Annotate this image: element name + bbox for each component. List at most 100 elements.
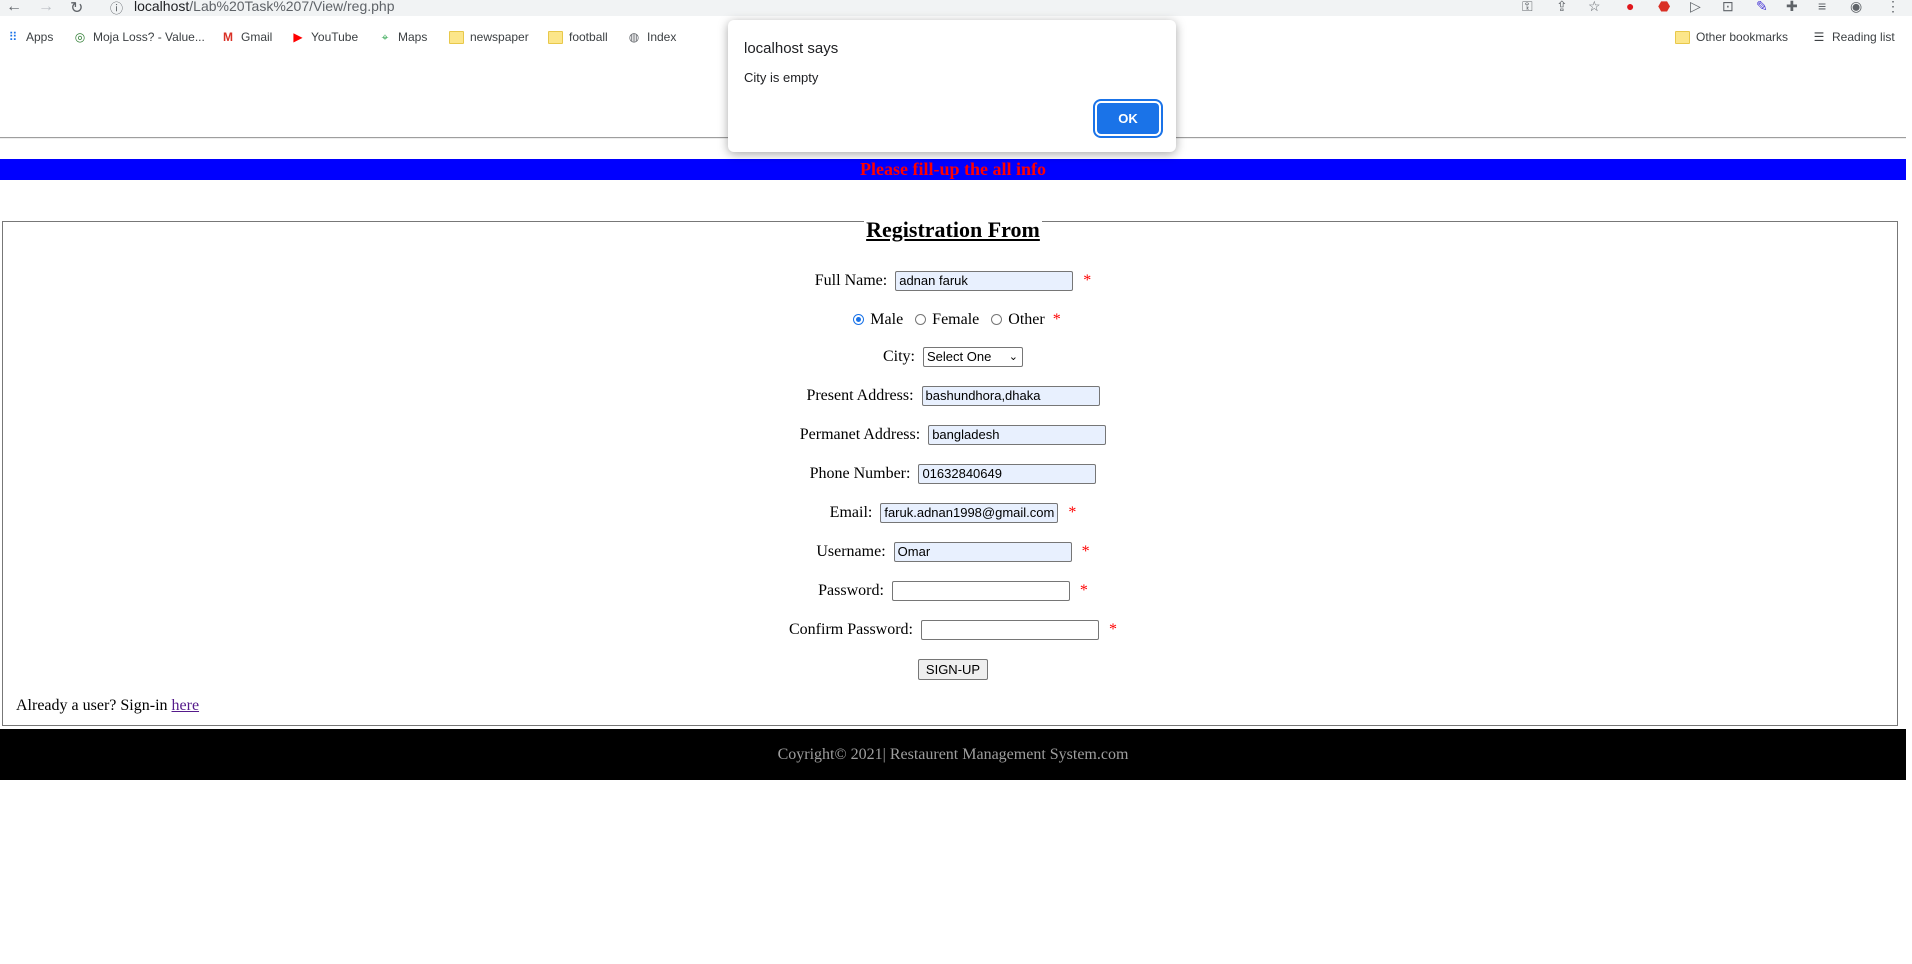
bookmark-football[interactable]: football (548, 30, 608, 44)
bookmark-label: Apps (26, 30, 54, 44)
required-mark: * (1081, 542, 1090, 560)
permanent-address-input[interactable]: bangladesh (928, 425, 1107, 445)
password-label: Password: (818, 581, 884, 599)
opera-icon[interactable]: ● (1626, 0, 1634, 14)
city-row: City: Select One ⌄ (0, 347, 1906, 367)
dialog-title: localhost says (744, 40, 839, 57)
picker-extension-icon[interactable]: ✎ (1756, 0, 1768, 15)
star-icon[interactable]: ☆ (1588, 0, 1601, 15)
signup-row: SIGN-UP (0, 659, 1906, 680)
bookmark-label: Moja Loss? - Value... (93, 30, 205, 44)
permanent-address-label: Permanet Address: (799, 425, 921, 443)
folder-icon (548, 30, 563, 44)
dialog-ok-button[interactable]: OK (1097, 103, 1159, 134)
chevron-down-icon: ⌄ (1008, 351, 1018, 363)
signin-prompt: Already a user? Sign-in here (16, 697, 199, 715)
key-icon[interactable]: ⚿ (1522, 0, 1533, 15)
present-address-row: Present Address: bashundhora,dhaka (0, 386, 1906, 406)
folder-icon (1675, 30, 1690, 44)
username-input[interactable]: Omar (893, 542, 1072, 562)
apps-grid-icon: ⠿ (8, 30, 18, 44)
signup-button[interactable]: SIGN-UP (917, 659, 989, 680)
bookmark-label: Maps (398, 30, 428, 44)
folder-icon (449, 30, 464, 44)
phone-input[interactable]: 01632840649 (918, 464, 1097, 484)
play-extension-icon[interactable]: ▷ (1690, 0, 1701, 15)
url-field[interactable]: localhost/Lab%20Task%207/View/reg.php (134, 0, 394, 14)
present-address-input[interactable]: bashundhora,dhaka (921, 386, 1100, 406)
share-icon[interactable]: ⇪ (1556, 0, 1568, 15)
required-mark: * (1079, 581, 1088, 599)
confirm-password-row: Confirm Password: * (0, 620, 1906, 640)
confirm-password-input[interactable] (921, 620, 1099, 640)
password-row: Password: * (0, 581, 1906, 601)
media-list-icon[interactable]: ≡ (1818, 0, 1826, 14)
present-address-label: Present Address: (806, 386, 914, 404)
menu-kebab-icon[interactable]: ⋮ (1886, 0, 1900, 15)
username-row: Username: Omar * (0, 542, 1906, 562)
email-input[interactable]: faruk.adnan1998@gmail.com (880, 503, 1059, 523)
bookmark-apps[interactable]: ⠿ Apps (6, 30, 54, 44)
form-title-text: Registration From (864, 217, 1042, 242)
reading-list[interactable]: ☰ Reading list (1812, 30, 1895, 44)
adblock-icon[interactable]: ⬣ (1658, 0, 1670, 15)
form-title: Registration From (0, 217, 1906, 243)
footer: Coyright© 2021| Restaurent Management Sy… (0, 729, 1906, 780)
address-bar: ← → ↻ ⓘ localhost/Lab%20Task%207/View/re… (0, 0, 1912, 18)
required-mark: * (1052, 311, 1061, 328)
forward-icon[interactable]: → (38, 0, 54, 16)
signin-text: Already a user? Sign-in (16, 697, 168, 714)
bookmark-label: football (569, 30, 608, 44)
bookmark-newspaper[interactable]: newspaper (449, 30, 529, 44)
maps-icon: ⌖ (381, 30, 389, 44)
gender-other-radio[interactable] (991, 313, 1003, 325)
gender-other-label: Other (1008, 311, 1045, 328)
phone-row: Phone Number: 01632840649 (0, 464, 1906, 484)
gender-male-radio[interactable] (853, 313, 865, 325)
bookmark-label: newspaper (470, 30, 529, 44)
bookmark-other[interactable]: Other bookmarks (1675, 30, 1788, 44)
required-mark: * (1109, 620, 1117, 638)
city-select[interactable]: Select One ⌄ (923, 347, 1023, 367)
permanent-address-row: Permanet Address: bangladesh (0, 425, 1906, 445)
bookmark-youtube[interactable]: ▶ YouTube (291, 30, 358, 44)
alert-dialog: localhost says City is empty OK (728, 20, 1176, 152)
password-input[interactable] (891, 581, 1070, 601)
reading-list-icon: ☰ (1813, 30, 1825, 44)
extensions-puzzle-icon[interactable]: ✚ (1786, 0, 1798, 15)
phone-label: Phone Number: (809, 464, 911, 482)
reading-list-label: Reading list (1832, 30, 1895, 44)
reload-icon[interactable]: ↻ (70, 0, 83, 18)
email-label: Email: (829, 503, 873, 521)
bookmark-label: Gmail (241, 30, 273, 44)
bookmark-index[interactable]: ◍ Index (627, 30, 677, 44)
site-icon: ◎ (74, 30, 86, 44)
bookmark-moja-loss[interactable]: ◎ Moja Loss? - Value... (73, 30, 205, 44)
full-name-input[interactable]: adnan faruk (895, 271, 1074, 291)
confirm-password-label: Confirm Password: (789, 620, 913, 638)
gender-male-label: Male (870, 311, 904, 328)
record-extension-icon[interactable]: ⊡ (1722, 0, 1734, 15)
error-banner: Please fill-up the all info (0, 159, 1906, 180)
gmail-icon: M (223, 30, 233, 44)
bookmark-maps[interactable]: ⌖ Maps (378, 30, 428, 44)
gender-row: Male Female Other * (0, 311, 1906, 329)
city-selected-value: Select One (927, 349, 992, 364)
url-path: /Lab%20Task%207/View/reg.php (189, 0, 395, 14)
site-info-icon[interactable]: ⓘ (110, 0, 123, 17)
profile-avatar[interactable]: ◉ (1850, 0, 1862, 15)
youtube-icon: ▶ (293, 30, 303, 44)
bookmark-label: Index (647, 30, 677, 44)
bookmark-label: Other bookmarks (1696, 30, 1789, 44)
required-mark: * (1083, 271, 1092, 289)
gender-female-label: Female (932, 311, 980, 328)
full-name-label: Full Name: (814, 271, 888, 289)
signin-link[interactable]: here (172, 697, 200, 714)
globe-icon: ◍ (628, 30, 640, 44)
bookmark-gmail[interactable]: M Gmail (221, 30, 272, 44)
city-label: City: (882, 347, 915, 365)
gender-female-radio[interactable] (915, 313, 927, 325)
dialog-message: City is empty (744, 70, 819, 85)
username-label: Username: (816, 542, 886, 560)
back-icon[interactable]: ← (6, 0, 22, 16)
